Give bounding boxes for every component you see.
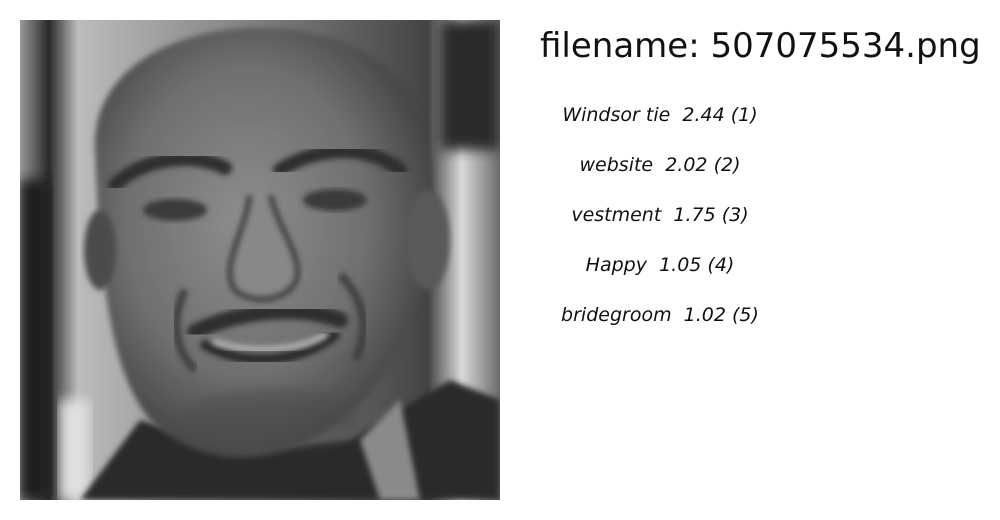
prediction-label: bridegroom xyxy=(561,304,672,326)
prediction-label: Windsor tie xyxy=(562,104,671,126)
prediction-item: bridegroom 1.02 (5) xyxy=(540,300,780,350)
face-photo-illustration xyxy=(20,20,500,500)
filename-title: filename: 507075534.png xyxy=(540,26,981,66)
prediction-label: vestment xyxy=(571,204,662,226)
prediction-score: 2.02 (2) xyxy=(665,154,741,176)
prediction-score: 1.05 (4) xyxy=(659,254,735,276)
prediction-list: Windsor tie 2.44 (1) website 2.02 (2) vest… xyxy=(540,100,780,350)
prediction-score: 1.02 (5) xyxy=(683,304,759,326)
prediction-item: vestment 1.75 (3) xyxy=(540,200,780,250)
face-photo xyxy=(20,20,500,500)
prediction-score: 2.44 (1) xyxy=(682,104,758,126)
prediction-item: website 2.02 (2) xyxy=(540,150,780,200)
prediction-label: website xyxy=(579,154,654,176)
prediction-label: Happy xyxy=(585,254,647,276)
prediction-item: Windsor tie 2.44 (1) xyxy=(540,100,780,150)
prediction-score: 1.75 (3) xyxy=(673,204,749,226)
prediction-item: Happy 1.05 (4) xyxy=(540,250,780,300)
